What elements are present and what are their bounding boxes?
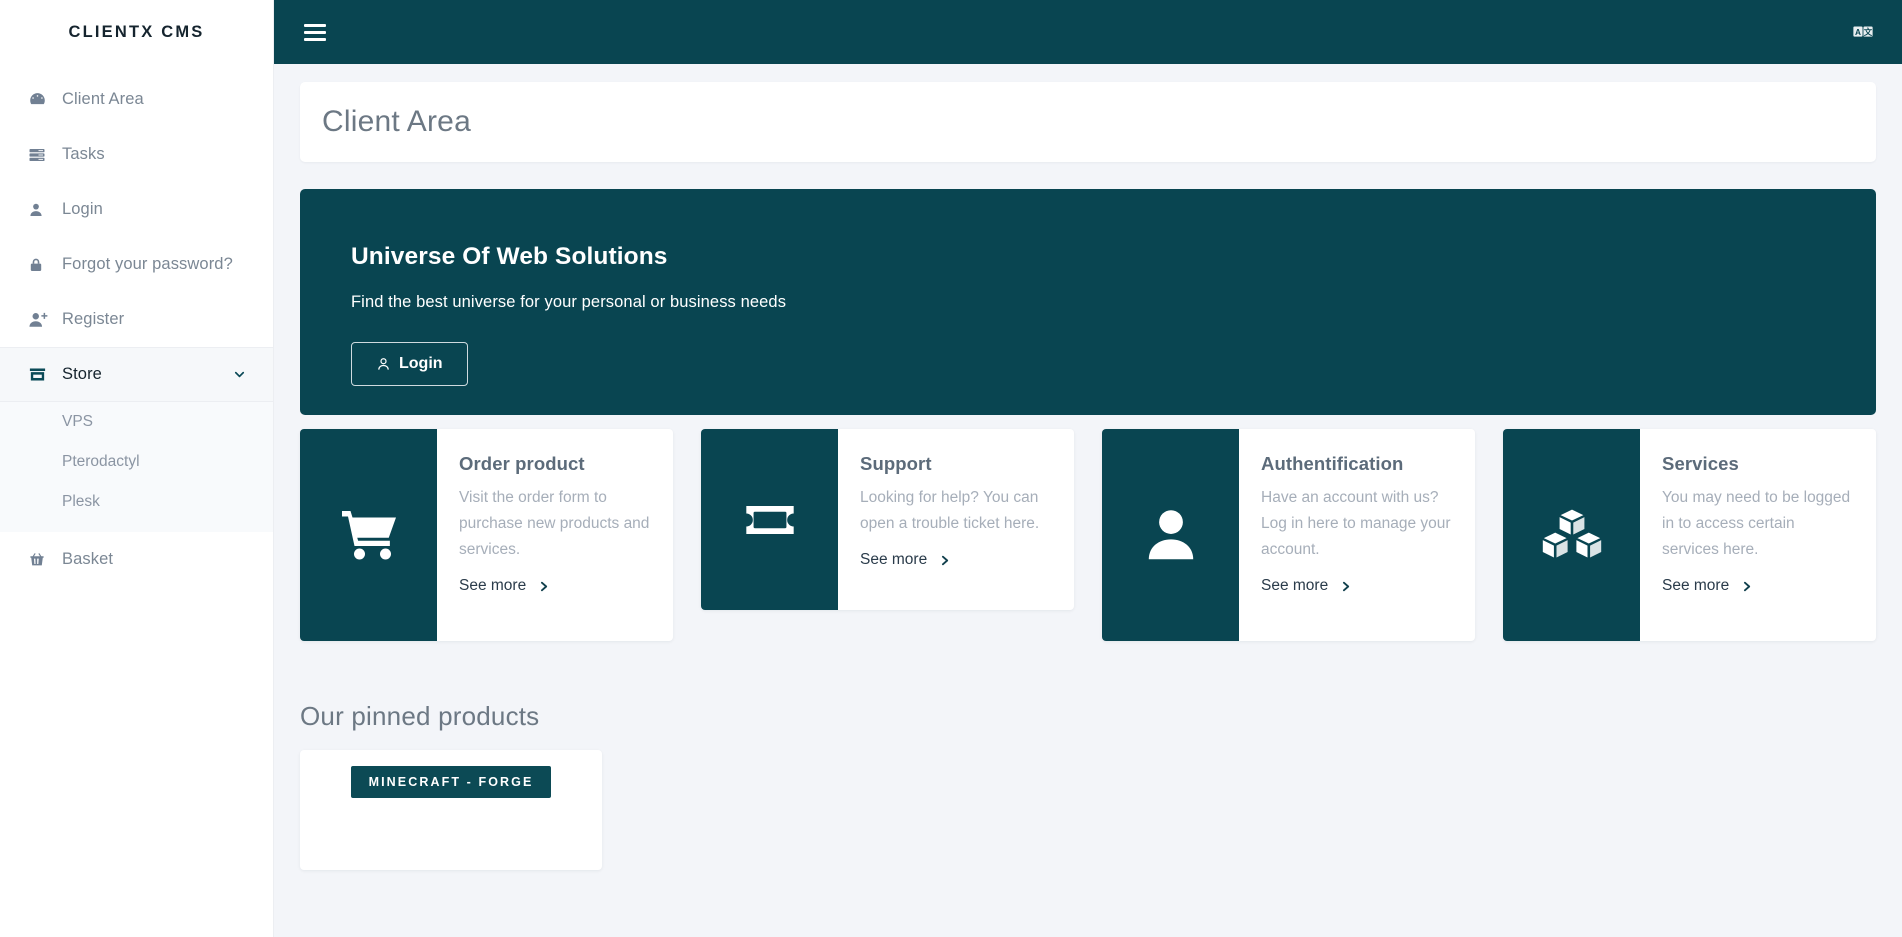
feature-cards: Order product Visit the order form to pu…: [300, 429, 1876, 641]
topbar: A 文: [274, 0, 1902, 64]
feature-card-services[interactable]: Services You may need to be logged in to…: [1503, 429, 1876, 641]
app-root: CLIENTX CMS Client Area Tasks Login Forg…: [0, 0, 1902, 937]
pinned-products-row: MINECRAFT - FORGE: [300, 750, 1876, 870]
sidebar-subitem-plesk[interactable]: Plesk: [0, 482, 273, 522]
feature-card-title: Support: [860, 453, 932, 474]
sidebar-item-label: Client Area: [62, 90, 144, 108]
product-badge: MINECRAFT - FORGE: [350, 766, 552, 798]
sidebar-item-label: Login: [62, 200, 103, 218]
pinned-products-heading: Our pinned products: [300, 701, 540, 731]
sidebar-submenu-store: VPS Pterodactyl Plesk: [0, 402, 273, 532]
product-card[interactable]: MINECRAFT - FORGE: [300, 750, 602, 870]
see-more-label: See more: [860, 551, 928, 568]
user-icon: [28, 201, 62, 219]
feature-card-authentification[interactable]: Authentification Have an account with us…: [1102, 429, 1475, 641]
cubes-icon: [1503, 429, 1640, 641]
chevron-right-icon: [938, 554, 951, 567]
brand-logo[interactable]: CLIENTX CMS: [0, 0, 273, 64]
feature-card-text: Have an account with us? Log in here to …: [1261, 489, 1451, 558]
feature-card-body: Authentification Have an account with us…: [1239, 429, 1475, 641]
hamburger-bar: [304, 37, 326, 41]
sidebar-item-tasks[interactable]: Tasks: [0, 127, 273, 182]
page-title: Client Area: [322, 105, 471, 138]
feature-card-order-product[interactable]: Order product Visit the order form to pu…: [300, 429, 673, 641]
sidebar-item-label: Basket: [62, 550, 114, 568]
chevron-down-icon: [232, 367, 247, 382]
sidebar-subitem-vps[interactable]: VPS: [0, 402, 273, 442]
hamburger-bar: [304, 30, 326, 34]
feature-card-title: Authentification: [1261, 453, 1404, 474]
basket-icon: [28, 551, 62, 569]
hamburger-bar: [304, 23, 326, 27]
svg-text:A: A: [1855, 28, 1861, 37]
server-icon: [28, 146, 62, 164]
sidebar-item-basket[interactable]: Basket: [0, 532, 273, 587]
sidebar-item-label: Forgot your password?: [62, 255, 233, 273]
feature-card-text: You may need to be logged in to access c…: [1662, 489, 1851, 558]
sidebar-item-client-area[interactable]: Client Area: [0, 72, 273, 127]
page-header-card: Client Area: [300, 82, 1876, 162]
feature-card-title: Order product: [459, 453, 585, 474]
hamburger-icon[interactable]: [304, 23, 326, 41]
shopping-cart-icon: [300, 429, 437, 641]
sidebar-item-label: Store: [62, 365, 102, 383]
pinned-products-section: Our pinned products MINECRAFT - FORGE: [300, 701, 1876, 870]
sidebar-nav: Client Area Tasks Login Forgot your pass…: [0, 64, 273, 587]
main-content: A 文 Client Area Universe Of Web Solution…: [274, 0, 1902, 937]
sidebar-item-login[interactable]: Login: [0, 182, 273, 237]
translate-icon[interactable]: A 文: [1850, 19, 1876, 45]
sidebar-item-label: Register: [62, 310, 125, 328]
feature-card-text: Visit the order form to purchase new pro…: [459, 489, 650, 558]
sidebar-item-label: Tasks: [62, 145, 105, 163]
hero-heading: Universe Of Web Solutions: [351, 243, 668, 270]
user-icon: [376, 356, 391, 372]
lock-icon: [28, 256, 62, 274]
sidebar: CLIENTX CMS Client Area Tasks Login Forg…: [0, 0, 274, 937]
chevron-right-icon: [1339, 580, 1352, 593]
store-icon: [28, 365, 62, 384]
chevron-right-icon: [537, 580, 550, 593]
ticket-icon: [701, 429, 838, 610]
user-solid-icon: [1102, 429, 1239, 641]
feature-card-support[interactable]: Support Looking for help? You can open a…: [701, 429, 1074, 610]
hero-subheading: Find the best universe for your personal…: [351, 293, 787, 311]
feature-card-body: Order product Visit the order form to pu…: [437, 429, 673, 641]
sidebar-item-register[interactable]: Register: [0, 292, 273, 347]
dashboard-icon: [28, 90, 62, 109]
hero-login-button[interactable]: Login: [351, 342, 468, 386]
hero-login-label: Login: [399, 355, 443, 372]
feature-card-body: Support Looking for help? You can open a…: [838, 429, 1074, 610]
see-more-link[interactable]: See more: [459, 577, 550, 595]
chevron-right-icon: [1740, 580, 1753, 593]
sidebar-subitem-pterodactyl[interactable]: Pterodactyl: [0, 442, 273, 482]
hero-banner: Universe Of Web Solutions Find the best …: [300, 189, 1876, 415]
feature-card-text: Looking for help? You can open a trouble…: [860, 489, 1040, 532]
see-more-label: See more: [1662, 577, 1730, 594]
content-scroll: Client Area Universe Of Web Solutions Fi…: [274, 82, 1902, 870]
see-more-link[interactable]: See more: [1261, 577, 1352, 595]
see-more-label: See more: [1261, 577, 1329, 594]
sidebar-item-store[interactable]: Store: [0, 347, 273, 402]
feature-card-body: Services You may need to be logged in to…: [1640, 429, 1876, 641]
user-plus-icon: [28, 311, 62, 329]
see-more-link[interactable]: See more: [860, 551, 951, 569]
sidebar-item-forgot-password[interactable]: Forgot your password?: [0, 237, 273, 292]
svg-text:文: 文: [1864, 27, 1873, 37]
see-more-link[interactable]: See more: [1662, 577, 1753, 595]
feature-card-title: Services: [1662, 453, 1739, 474]
see-more-label: See more: [459, 577, 527, 594]
